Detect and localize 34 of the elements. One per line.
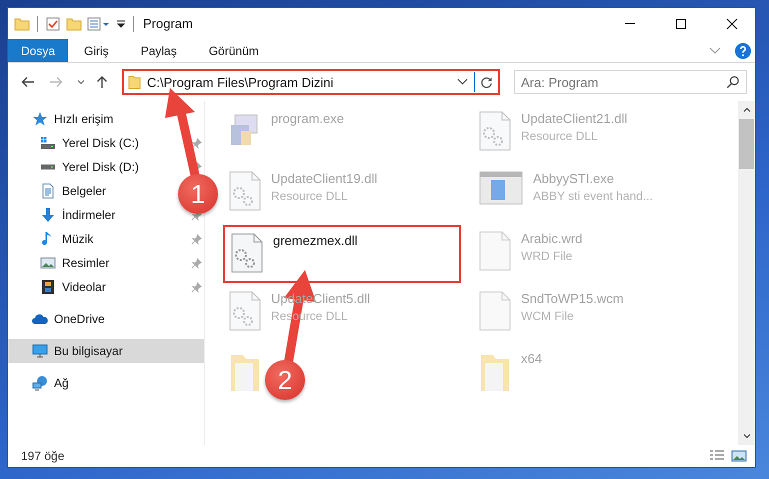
ribbon-tab[interactable]: Paylaş — [124, 39, 193, 62]
address-bar[interactable]: C:\Program Files\Program Dizini — [122, 69, 500, 95]
sidebar-item[interactable]: Belgeler — [40, 179, 110, 203]
ribbon-tab[interactable]: Görünüm — [192, 39, 275, 62]
sidebar-item[interactable]: İndirmeler — [40, 203, 120, 227]
file-name: UpdateClient19.dll — [271, 171, 378, 186]
sidebar-item[interactable]: Hızlı erişim — [8, 107, 204, 131]
window-title: Program — [143, 16, 193, 31]
file-type: Resource DLL — [271, 189, 349, 203]
file-name: x64 — [521, 351, 542, 366]
sidebar-item[interactable]: Yerel Disk (D:) — [40, 155, 143, 179]
file-type: ABBY sti event hand... — [533, 189, 653, 203]
search-field[interactable]: Ara: Program — [514, 70, 747, 94]
sidebar-item[interactable]: Resimler — [40, 251, 114, 275]
sidebar-item[interactable]: Ağ — [8, 371, 204, 395]
file-type: WRD File — [521, 249, 574, 263]
sidebar-item[interactable]: Bu bilgisayar — [8, 339, 204, 363]
file-name: AbbyySTI.exe — [533, 171, 615, 186]
file-name: UpdateClient21.dll — [521, 111, 628, 126]
ribbon-tab[interactable]: Dosya — [8, 39, 68, 62]
file-tile[interactable]: gremezmex.dll — [223, 225, 461, 283]
ribbon-tab[interactable]: Giriş — [68, 39, 125, 62]
file-name: Arabic.wrd — [521, 231, 582, 246]
item-count: 197 öğe — [21, 449, 64, 463]
file-type: Resource DLL — [521, 129, 599, 143]
sidebar-item[interactable]: OneDrive — [8, 307, 204, 331]
file-name: gremezmex.dll — [273, 233, 358, 248]
file-name: program.exe — [271, 111, 344, 126]
sidebar-item[interactable]: Videolar — [40, 275, 110, 299]
sidebar-item[interactable]: Yerel Disk (C:) — [40, 131, 143, 155]
file-type: WCM File — [521, 309, 575, 323]
address-path: C:\Program Files\Program Dizini — [147, 74, 334, 90]
sidebar-item[interactable]: Müzik — [40, 227, 98, 251]
file-name: SndToWP15.wcm — [521, 291, 624, 306]
